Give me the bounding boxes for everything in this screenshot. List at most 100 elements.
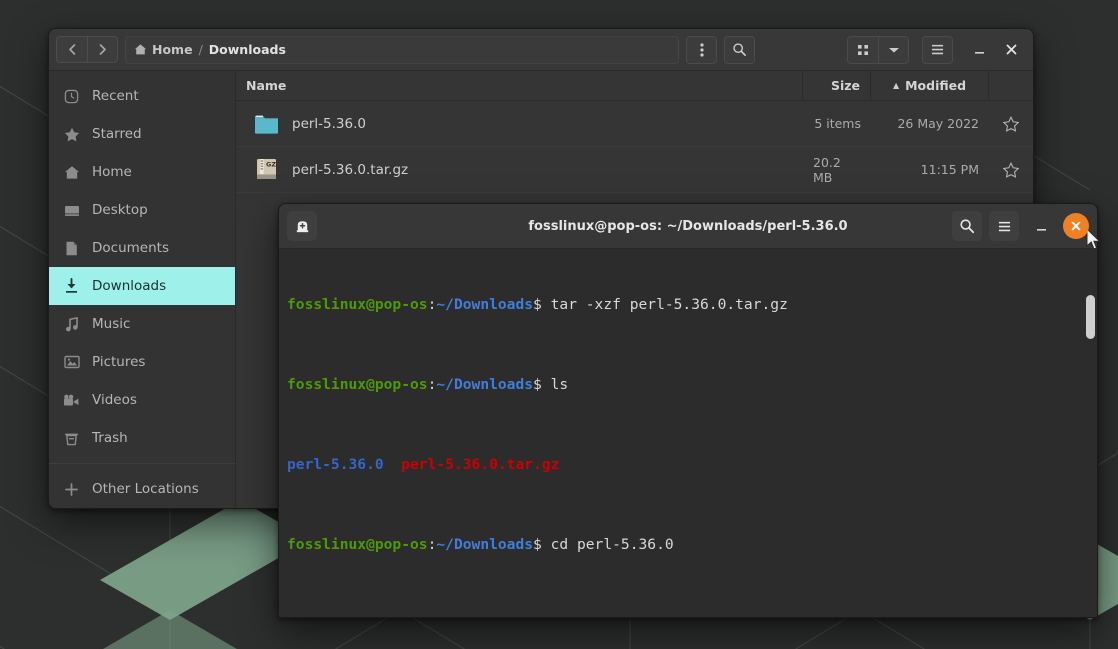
clock-icon [63, 88, 80, 105]
terminal-minimize-button[interactable] [1026, 211, 1056, 241]
file-name-cell: GZ perl-5.36.0.tar.gz [236, 157, 803, 182]
terminal-scrollbar-thumb[interactable] [1086, 295, 1095, 339]
hamburger-menu-button[interactable] [922, 35, 953, 64]
view-dropdown-button[interactable] [878, 35, 909, 64]
terminal-header-right [952, 211, 1089, 241]
new-terminal-icon [296, 220, 308, 232]
terminal-line: perl-5.36.0 perl-5.36.0.tar.gz [287, 455, 1089, 475]
sidebar-item-recent[interactable]: Recent [49, 77, 235, 115]
sidebar-item-label: Downloads [92, 278, 167, 294]
prompt-dollar: $ [638, 616, 647, 617]
prompt-dollar: $ [533, 536, 542, 553]
folder-icon [255, 115, 278, 134]
terminal-scrollbar[interactable] [1086, 255, 1095, 585]
terminal-window: fosslinux@pop-os: ~/Downloads/perl-5.36.… [278, 203, 1098, 618]
document-icon [63, 240, 80, 257]
forward-button[interactable] [87, 36, 118, 63]
star-toggle[interactable] [989, 115, 1033, 132]
sidebar: Recent Starred Home Desktop Documents Do… [49, 71, 236, 508]
search-button[interactable] [724, 35, 755, 64]
home-icon [134, 44, 147, 55]
column-header-star [989, 71, 1033, 100]
terminal-line: fosslinux@pop-os:~/Downloads$ cd perl-5.… [287, 535, 1089, 555]
file-modified-cell: 26 May 2022 [897, 116, 979, 131]
sidebar-item-label: Home [92, 164, 132, 180]
file-manager-header: Home / Downloads [49, 29, 1033, 71]
star-outline-icon [1003, 115, 1019, 132]
column-header-size[interactable]: Size [803, 71, 871, 100]
back-button[interactable] [56, 36, 87, 63]
sidebar-item-home[interactable]: Home [49, 153, 235, 191]
breadcrumb[interactable]: Home / Downloads [125, 35, 679, 64]
sidebar-item-desktop[interactable]: Desktop [49, 191, 235, 229]
minimize-button[interactable] [964, 35, 994, 65]
ls-archive-entry: perl-5.36.0.tar.gz [401, 456, 560, 473]
breadcrumb-current[interactable]: Downloads [209, 42, 286, 57]
download-icon [63, 278, 80, 295]
terminal-output[interactable]: fosslinux@pop-os:~/Downloads$ tar -xzf p… [279, 249, 1097, 617]
sidebar-item-documents[interactable]: Documents [49, 229, 235, 267]
prompt-dollar: $ [533, 296, 542, 313]
sidebar-item-downloads[interactable]: Downloads [49, 267, 235, 305]
sidebar-item-label: Desktop [92, 202, 148, 218]
sidebar-item-label: Recent [92, 88, 139, 104]
terminal-command: ls [541, 376, 569, 393]
plus-icon [63, 481, 80, 498]
chevron-right-icon [99, 44, 106, 55]
file-size-cell: 20.2 MB [813, 154, 841, 185]
new-terminal-button[interactable] [287, 211, 317, 241]
terminal-search-button[interactable] [952, 211, 982, 241]
prompt-user-host: fosslinux@pop-os [287, 536, 428, 553]
file-modified-cell: 11:15 PM [920, 162, 979, 177]
sidebar-item-label: Trash [92, 430, 128, 446]
prompt-path: ~/Downloads/perl-5.36.0 [436, 616, 638, 617]
hamburger-icon [931, 44, 944, 55]
ls-directory-entry: perl-5.36.0 [287, 456, 384, 473]
prompt-user-host: fosslinux@pop-os [287, 296, 428, 313]
terminal-command: tar -xzf perl-5.36.0.tar.gz [541, 296, 788, 313]
terminal-close-button[interactable] [1063, 213, 1089, 239]
sort-ascending-icon: ▲ [892, 81, 900, 90]
column-header-name[interactable]: Name [236, 71, 803, 100]
overflow-menu-button[interactable] [686, 35, 717, 64]
sidebar-item-trash[interactable]: Trash [49, 419, 235, 457]
picture-icon [63, 354, 80, 371]
search-icon [733, 43, 746, 56]
chevron-down-icon [888, 47, 899, 52]
sidebar-item-label: Music [92, 316, 131, 332]
star-icon [63, 126, 80, 143]
sidebar-divider [49, 463, 235, 464]
close-button[interactable] [996, 35, 1026, 65]
file-name-cell: perl-5.36.0 [236, 112, 803, 136]
ls-gap [384, 456, 402, 473]
breadcrumb-separator: / [198, 42, 203, 57]
table-row[interactable]: perl-5.36.0 5 items 26 May 2022 [236, 101, 1033, 147]
sidebar-item-label: Starred [92, 126, 142, 142]
breadcrumb-home[interactable]: Home [134, 42, 193, 57]
sidebar-item-pictures[interactable]: Pictures [49, 343, 235, 381]
column-headers: Name Size ▲ Modified [236, 71, 1033, 101]
sidebar-item-music[interactable]: Music [49, 305, 235, 343]
sidebar-item-other-locations[interactable]: Other Locations [49, 470, 235, 508]
desktop: Home / Downloads Recent Starred Home Des… [0, 0, 1118, 649]
close-icon [1006, 44, 1016, 55]
breadcrumb-current-label: Downloads [208, 42, 286, 57]
prompt-user-host: fosslinux@pop-os [287, 376, 428, 393]
sidebar-item-videos[interactable]: Videos [49, 381, 235, 419]
file-size-cell: 5 items [814, 116, 861, 131]
terminal-menu-button[interactable] [989, 211, 1019, 241]
home-icon [63, 164, 80, 181]
sidebar-item-starred[interactable]: Starred [49, 115, 235, 153]
grid-view-button[interactable] [847, 35, 878, 64]
column-header-modified[interactable]: ▲ Modified [871, 71, 989, 100]
file-name-label: perl-5.36.0 [292, 115, 366, 132]
archive-gz-icon: GZ [257, 159, 276, 179]
terminal-command: cd perl-5.36.0 [541, 536, 674, 553]
terminal-line: fosslinux@pop-os:~/Downloads$ tar -xzf p… [287, 295, 1089, 315]
hamburger-icon [998, 221, 1010, 231]
terminal-header: fosslinux@pop-os: ~/Downloads/perl-5.36.… [279, 204, 1097, 249]
trash-icon [63, 430, 80, 447]
table-row[interactable]: GZ perl-5.36.0.tar.gz 20.2 MB 11:15 PM [236, 147, 1033, 193]
star-toggle[interactable] [989, 161, 1033, 178]
grid-view-icon [858, 44, 868, 55]
